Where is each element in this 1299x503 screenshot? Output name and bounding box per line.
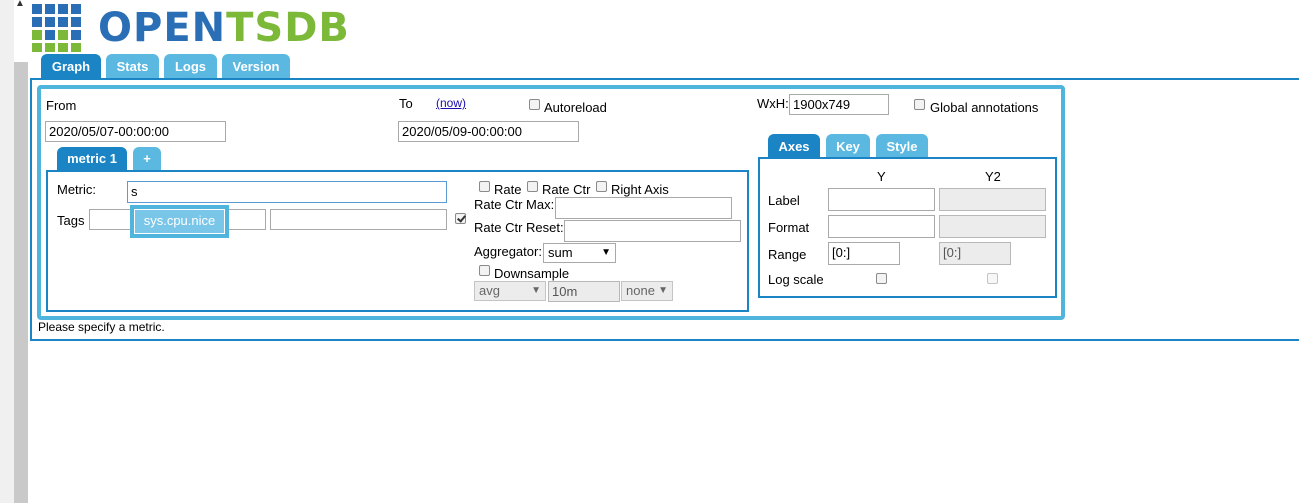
wxh-input[interactable]: 1900x749 [789, 94, 889, 115]
y2-label-input[interactable] [939, 188, 1046, 211]
rate-ctr-reset-input[interactable] [564, 220, 741, 242]
chevron-down-icon: ▼ [531, 285, 541, 296]
scroll-up-arrow-icon[interactable]: ▲ [15, 0, 25, 9]
y-column-header: Y [877, 169, 886, 184]
rate-label: Rate [494, 182, 522, 197]
tag-group-checkbox[interactable] [455, 213, 466, 224]
rate-ctr-checkbox[interactable] [527, 181, 538, 192]
metric-label: Metric: [57, 182, 96, 197]
downsample-function-value: avg [479, 283, 500, 298]
tag-value-input[interactable] [270, 209, 447, 230]
global-annotations-checkbox[interactable] [914, 99, 925, 110]
now-link[interactable]: (now) [436, 96, 466, 110]
y-label-input[interactable] [828, 188, 935, 211]
right-axis-label: Right Axis [611, 182, 669, 197]
autocomplete-suggestion[interactable]: sys.cpu.nice [134, 209, 225, 234]
rate-ctr-label: Rate Ctr [542, 182, 591, 197]
status-message: Please specify a metric. [38, 320, 165, 334]
downsample-function-select[interactable]: avg ▼ [474, 281, 546, 301]
tab-graph[interactable]: Graph [41, 54, 101, 78]
rate-ctr-max-input[interactable] [555, 197, 732, 219]
y2-log-scale-checkbox[interactable] [987, 273, 998, 284]
chevron-down-icon: ▼ [601, 247, 611, 258]
rate-ctr-max-label: Rate Ctr Max: [474, 197, 555, 212]
aggregator-label: Aggregator: [474, 244, 542, 259]
global-annotations-label: Global annotations [930, 100, 1039, 115]
browser-gutter [0, 0, 14, 503]
wxh-label: WxH: [757, 96, 789, 111]
downsample-fill-select[interactable]: none ▼ [621, 281, 673, 301]
axes-format-row: Format [768, 220, 810, 235]
logo-text-tsdb: TSDB [226, 5, 350, 51]
from-label: From [46, 98, 77, 113]
y2-range-input[interactable]: [0:] [939, 242, 1011, 265]
y-log-scale-checkbox[interactable] [876, 273, 887, 284]
to-input[interactable]: 2020/05/09-00:00:00 [398, 121, 579, 142]
tab-key[interactable]: Key [826, 134, 870, 158]
downsample-fill-value: none [626, 283, 655, 298]
vertical-scrollbar[interactable] [14, 62, 28, 503]
logo-text-open: OPEN [98, 5, 227, 51]
autoreload-checkbox[interactable] [529, 99, 540, 110]
metric-input[interactable]: s [127, 181, 447, 203]
rate-ctr-reset-label: Rate Ctr Reset: [474, 220, 564, 235]
logo-grid-icon [32, 4, 81, 52]
downsample-interval-input[interactable]: 10m [548, 281, 620, 302]
tab-add-metric[interactable]: + [133, 147, 161, 171]
tags-label: Tags [57, 213, 85, 228]
y-range-input[interactable]: [0:] [828, 242, 900, 265]
metric-autocomplete: sys.cpu.nice [130, 205, 229, 238]
tab-version[interactable]: Version [222, 54, 290, 78]
to-label: To [399, 96, 413, 111]
aggregator-value: sum [548, 245, 573, 260]
downsample-checkbox[interactable] [479, 265, 490, 276]
axes-label-row: Label [768, 193, 800, 208]
rate-checkbox[interactable] [479, 181, 490, 192]
aggregator-select[interactable]: sum ▼ [543, 243, 616, 263]
right-axis-checkbox[interactable] [596, 181, 607, 192]
y2-column-header: Y2 [985, 169, 1001, 184]
axes-range-row: Range [768, 247, 807, 262]
tab-stats[interactable]: Stats [106, 54, 159, 78]
tab-metric-1[interactable]: metric 1 [57, 147, 127, 171]
downsample-label: Downsample [494, 266, 570, 281]
axes-log-scale-row: Log scale [768, 272, 824, 287]
opentsdb-page: ▲ OPENTSDB Graph Stats Logs Version From… [0, 0, 1299, 503]
chevron-down-icon: ▼ [658, 285, 668, 296]
tab-style[interactable]: Style [876, 134, 928, 158]
autoreload-label: Autoreload [544, 100, 607, 115]
logo-text: OPENTSDB [98, 6, 350, 50]
y-format-input[interactable] [828, 215, 935, 238]
from-input[interactable]: 2020/05/07-00:00:00 [45, 121, 226, 142]
tab-logs[interactable]: Logs [164, 54, 217, 78]
tab-axes[interactable]: Axes [768, 134, 820, 158]
y2-format-input[interactable] [939, 215, 1046, 238]
